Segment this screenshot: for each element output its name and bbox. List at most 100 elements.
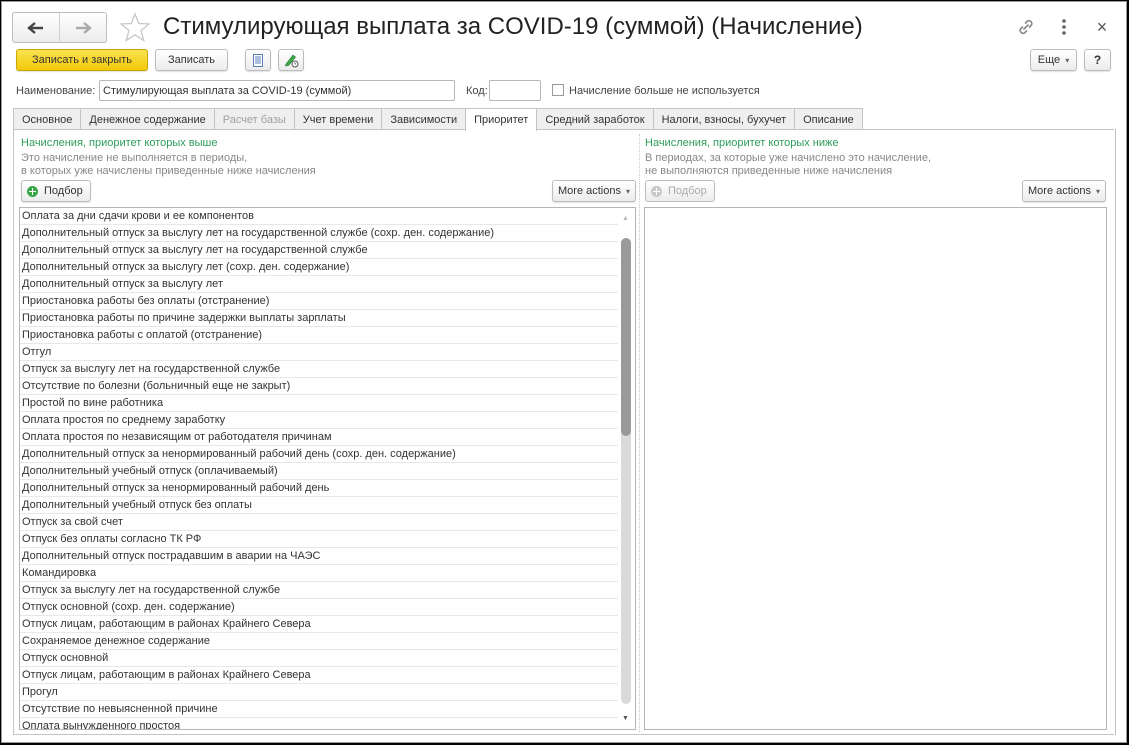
help-button[interactable]: ? [1084,49,1111,71]
description-line: не выполняются приведенные ниже начислен… [645,165,893,177]
panel-splitter[interactable] [639,134,640,732]
list-item[interactable]: Дополнительный отпуск за выслугу лет [20,276,618,293]
scroll-up-icon[interactable]: ▲ [622,215,629,222]
list-item[interactable]: Дополнительный отпуск пострадавшим в ава… [20,548,618,565]
list-item[interactable]: Дополнительный отпуск за выслугу лет на … [20,225,618,242]
forward-button[interactable] [59,13,106,42]
code-input[interactable] [489,80,541,101]
lower-priority-description: В периодах, за которые уже начислено это… [645,152,931,178]
code-label: Код: [466,85,488,97]
tab-panel-border [13,129,1114,130]
list-item[interactable]: Оплата вынужденного простоя [20,718,618,729]
list-item[interactable]: Оплата за дни сдачи крови и ее компонент… [20,208,618,225]
name-label: Наименование: [16,85,96,97]
navigation-buttons [12,12,107,43]
list-item[interactable]: Сохраняемое денежное содержание [20,633,618,650]
tab-dependencies[interactable]: Зависимости [381,108,467,130]
add-circle-icon [27,185,38,197]
tab-panel-border-bottom [13,734,1114,735]
list-item[interactable]: Командировка [20,565,618,582]
list-item[interactable]: Прогул [20,684,618,701]
not-used-label[interactable]: Начисление больше не используется [569,85,760,97]
tab-panel-border-left [13,129,14,735]
lower-priority-list[interactable] [644,207,1107,730]
star-icon[interactable] [119,12,151,42]
list-item[interactable]: Приостановка работы с оплатой (отстранен… [20,327,618,344]
list-item[interactable]: Отпуск основной [20,650,618,667]
list-item[interactable]: Дополнительный отпуск за ненормированный… [20,446,618,463]
back-button[interactable] [13,13,59,42]
more-actions-right-button[interactable]: More actions ▾ [1022,180,1106,202]
tab-main[interactable]: Основное [13,108,82,130]
scroll-down-icon[interactable]: ▼ [622,715,629,722]
add-circle-icon [651,185,662,197]
list-item[interactable]: Дополнительный учебный отпуск (оплачивае… [20,463,618,480]
list-item[interactable]: Отпуск за выслугу лет на государственной… [20,582,618,599]
tab-taxes[interactable]: Налоги, взносы, бухучет [652,108,796,130]
list-item[interactable]: Дополнительный учебный отпуск без оплаты [20,497,618,514]
form-window: Стимулирующая выплата за COVID-19 (суммо… [1,1,1127,743]
pick-lower-button[interactable]: Подбор [645,180,715,202]
document-list-icon [253,53,263,67]
list-item[interactable]: Отпуск без оплаты согласно ТК РФ [20,531,618,548]
list-item[interactable]: Дополнительный отпуск за выслугу лет (со… [20,259,618,276]
save-and-close-button[interactable]: Записать и закрыть [16,49,148,71]
more-menu-label: Еще [1037,54,1061,66]
page-title: Стимулирующая выплата за COVID-19 (суммо… [163,13,863,40]
document-list-button[interactable] [245,49,271,71]
tab-panel-border-right [1115,129,1116,735]
list-item[interactable]: Отсутствие по болезни (больничный еще не… [20,378,618,395]
tab-description[interactable]: Описание [794,108,863,130]
list-item[interactable]: Отпуск за выслугу лет на государственной… [20,361,618,378]
arrow-right-icon [76,21,92,34]
list-item[interactable]: Приостановка работы без оплаты (отстране… [20,293,618,310]
list-item[interactable]: Оплата простоя по независящим от работод… [20,429,618,446]
more-actions-label: More actions [1028,185,1091,197]
list-item[interactable]: Дополнительный отпуск за выслугу лет на … [20,242,618,259]
pencil-edit-icon [285,54,299,68]
tab-bar: Основное Денежное содержание Расчет базы… [13,108,863,131]
more-menu-button[interactable]: Еще ▾ [1030,49,1077,71]
list-item[interactable]: Оплата простоя по среднему заработку [20,412,618,429]
list-items: Оплата за дни сдачи крови и ее компонент… [20,208,635,729]
higher-priority-description: Это начисление не выполняется в периоды,… [21,152,316,178]
pick-higher-button[interactable]: Подбор [21,180,91,202]
list-item[interactable]: Отпуск лицам, работающим в районах Крайн… [20,616,618,633]
list-item[interactable]: Отпуск основной (сохр. ден. содержание) [20,599,618,616]
list-item[interactable]: Отсутствие по невыясненной причине [20,701,618,718]
save-button[interactable]: Записать [155,49,228,71]
arrow-left-icon [27,21,43,34]
tab-time-accounting[interactable]: Учет времени [293,108,383,130]
description-line: в которых уже начислены приведенные ниже… [21,165,316,177]
kebab-menu-icon[interactable] [1053,16,1075,38]
lower-priority-title: Начисления, приоритет которых ниже [645,137,839,149]
not-used-checkbox[interactable] [552,84,564,96]
pick-label: Подбор [668,185,707,197]
description-line: В периодах, за которые уже начислено это… [645,152,931,164]
more-actions-label: More actions [558,185,621,197]
tab-priority[interactable]: Приоритет [465,108,538,131]
pick-label: Подбор [44,185,83,197]
list-item[interactable]: Дополнительный отпуск за ненормированный… [20,480,618,497]
close-icon[interactable]: × [1091,16,1113,38]
scrollbar-thumb[interactable] [621,238,631,436]
link-icon[interactable] [1015,16,1037,38]
higher-priority-title: Начисления, приоритет которых выше [21,137,218,149]
more-actions-left-button[interactable]: More actions ▾ [552,180,636,202]
tab-salary[interactable]: Денежное содержание [80,108,215,130]
list-item[interactable]: Простой по вине работника [20,395,618,412]
chevron-down-icon: ▾ [625,186,630,196]
list-item[interactable]: Отгул [20,344,618,361]
list-item[interactable]: Отпуск лицам, работающим в районах Крайн… [20,667,618,684]
list-item[interactable]: Приостановка работы по причине задержки … [20,310,618,327]
tab-base-calc[interactable]: Расчет базы [213,108,295,130]
description-line: Это начисление не выполняется в периоды, [21,152,248,164]
name-input[interactable] [99,80,455,101]
chevron-down-icon: ▾ [1065,55,1070,65]
higher-priority-list[interactable]: Оплата за дни сдачи крови и ее компонент… [19,207,636,730]
edit-button[interactable] [278,49,304,71]
tab-average-earnings[interactable]: Средний заработок [536,108,654,130]
chevron-down-icon: ▾ [1095,186,1100,196]
scrollbar[interactable]: ▲ ▼ [620,212,632,722]
list-item[interactable]: Отпуск за свой счет [20,514,618,531]
